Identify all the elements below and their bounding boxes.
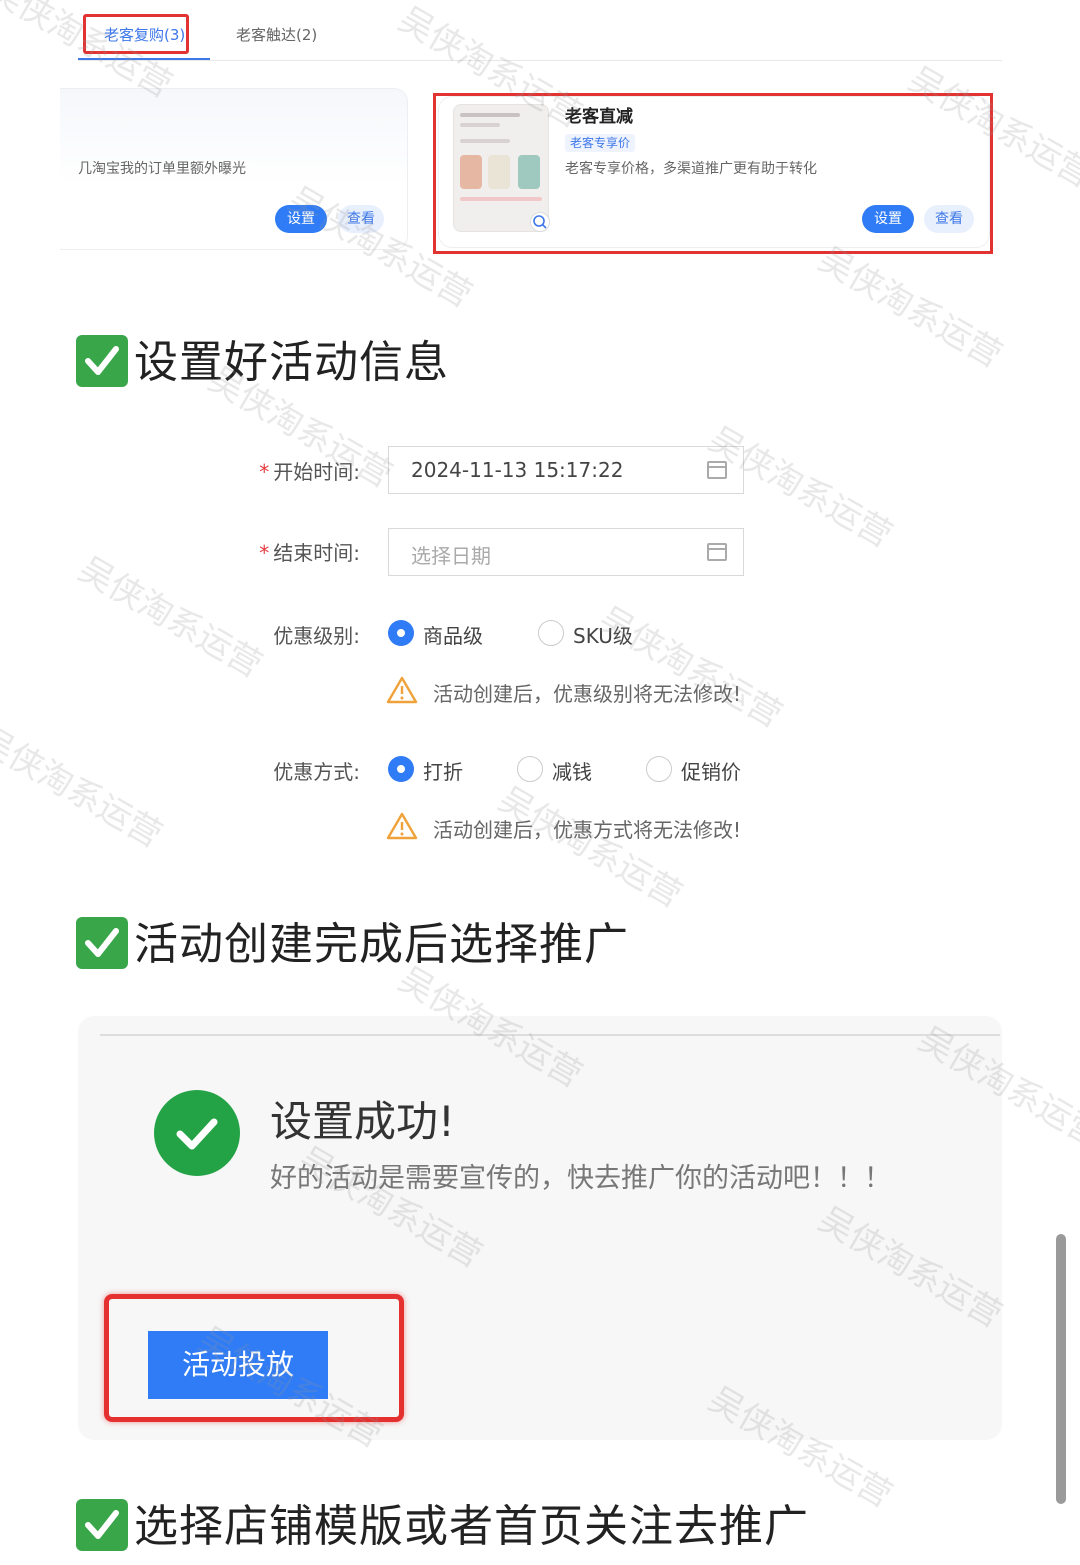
end-time-label: * 结束时间:: [259, 541, 360, 565]
panel-divider: [100, 1034, 1000, 1036]
heading-text: 活动创建完成后选择推广: [134, 919, 629, 970]
heading-text: 选择店铺模版或者首页关注去推广: [134, 1501, 809, 1552]
check-mark-icon: [76, 917, 128, 969]
radio-reduce[interactable]: [517, 756, 543, 782]
warning-icon: [386, 812, 418, 840]
option-discount[interactable]: 打折: [423, 756, 463, 785]
card-left-view-button[interactable]: 查看: [338, 205, 384, 233]
radio-promo-price[interactable]: [646, 756, 672, 782]
calendar-icon[interactable]: [707, 543, 727, 561]
check-mark-icon: [76, 335, 128, 387]
level-warning-text: 活动创建后，优惠级别将无法修改!: [433, 682, 742, 706]
discount-level-label: 优惠级别:: [273, 624, 360, 648]
option-sku-level[interactable]: SKU级: [573, 620, 633, 649]
watermark: 吴侠淘系运营: [491, 779, 689, 916]
start-time-label: * 开始时间:: [259, 460, 360, 484]
scrollbar[interactable]: [1056, 1234, 1066, 1504]
method-warning-text: 活动创建后，优惠方式将无法修改!: [433, 818, 742, 842]
end-time-input[interactable]: 选择日期: [388, 528, 744, 576]
card-left-set-button[interactable]: 设置: [275, 205, 327, 233]
option-promo-price[interactable]: 促销价: [681, 756, 741, 785]
start-time-input[interactable]: 2024-11-13 15:17:22: [388, 446, 744, 494]
radio-sku-level[interactable]: [538, 620, 564, 646]
section-heading-promotion: 活动创建完成后选择推广: [76, 908, 629, 973]
warning-icon: [386, 676, 418, 704]
check-mark-icon: [76, 1499, 128, 1551]
tab-highlight-box: [83, 14, 189, 54]
option-product-level[interactable]: 商品级: [423, 620, 483, 649]
card-highlight-box: [433, 93, 993, 254]
radio-discount[interactable]: [388, 756, 414, 782]
success-check-icon: [154, 1090, 240, 1176]
tab-divider: [78, 60, 1002, 61]
tab-reach[interactable]: 老客触达(2): [236, 24, 317, 45]
launch-highlight-box: [104, 1294, 404, 1422]
start-time-value: 2024-11-13 15:17:22: [411, 458, 624, 482]
section-heading-activity-info: 设置好活动信息: [76, 326, 449, 391]
discount-method-label: 优惠方式:: [273, 760, 360, 784]
radio-product-level[interactable]: [388, 620, 414, 646]
success-title: 设置成功!: [270, 1097, 455, 1146]
calendar-icon[interactable]: [707, 461, 727, 479]
watermark: 吴侠淘系运营: [0, 719, 169, 856]
success-subtitle: 好的活动是需要宣传的，快去推广你的活动吧！！！: [270, 1163, 891, 1194]
section-heading-choose-template: 选择店铺模版或者首页关注去推广: [76, 1490, 809, 1555]
card-left-description: 几淘宝我的订单里额外曝光: [78, 161, 246, 177]
watermark: 吴侠淘系运营: [591, 599, 789, 736]
option-reduce[interactable]: 减钱: [552, 756, 592, 785]
heading-text: 设置好活动信息: [134, 337, 449, 388]
end-time-placeholder: 选择日期: [411, 544, 491, 568]
